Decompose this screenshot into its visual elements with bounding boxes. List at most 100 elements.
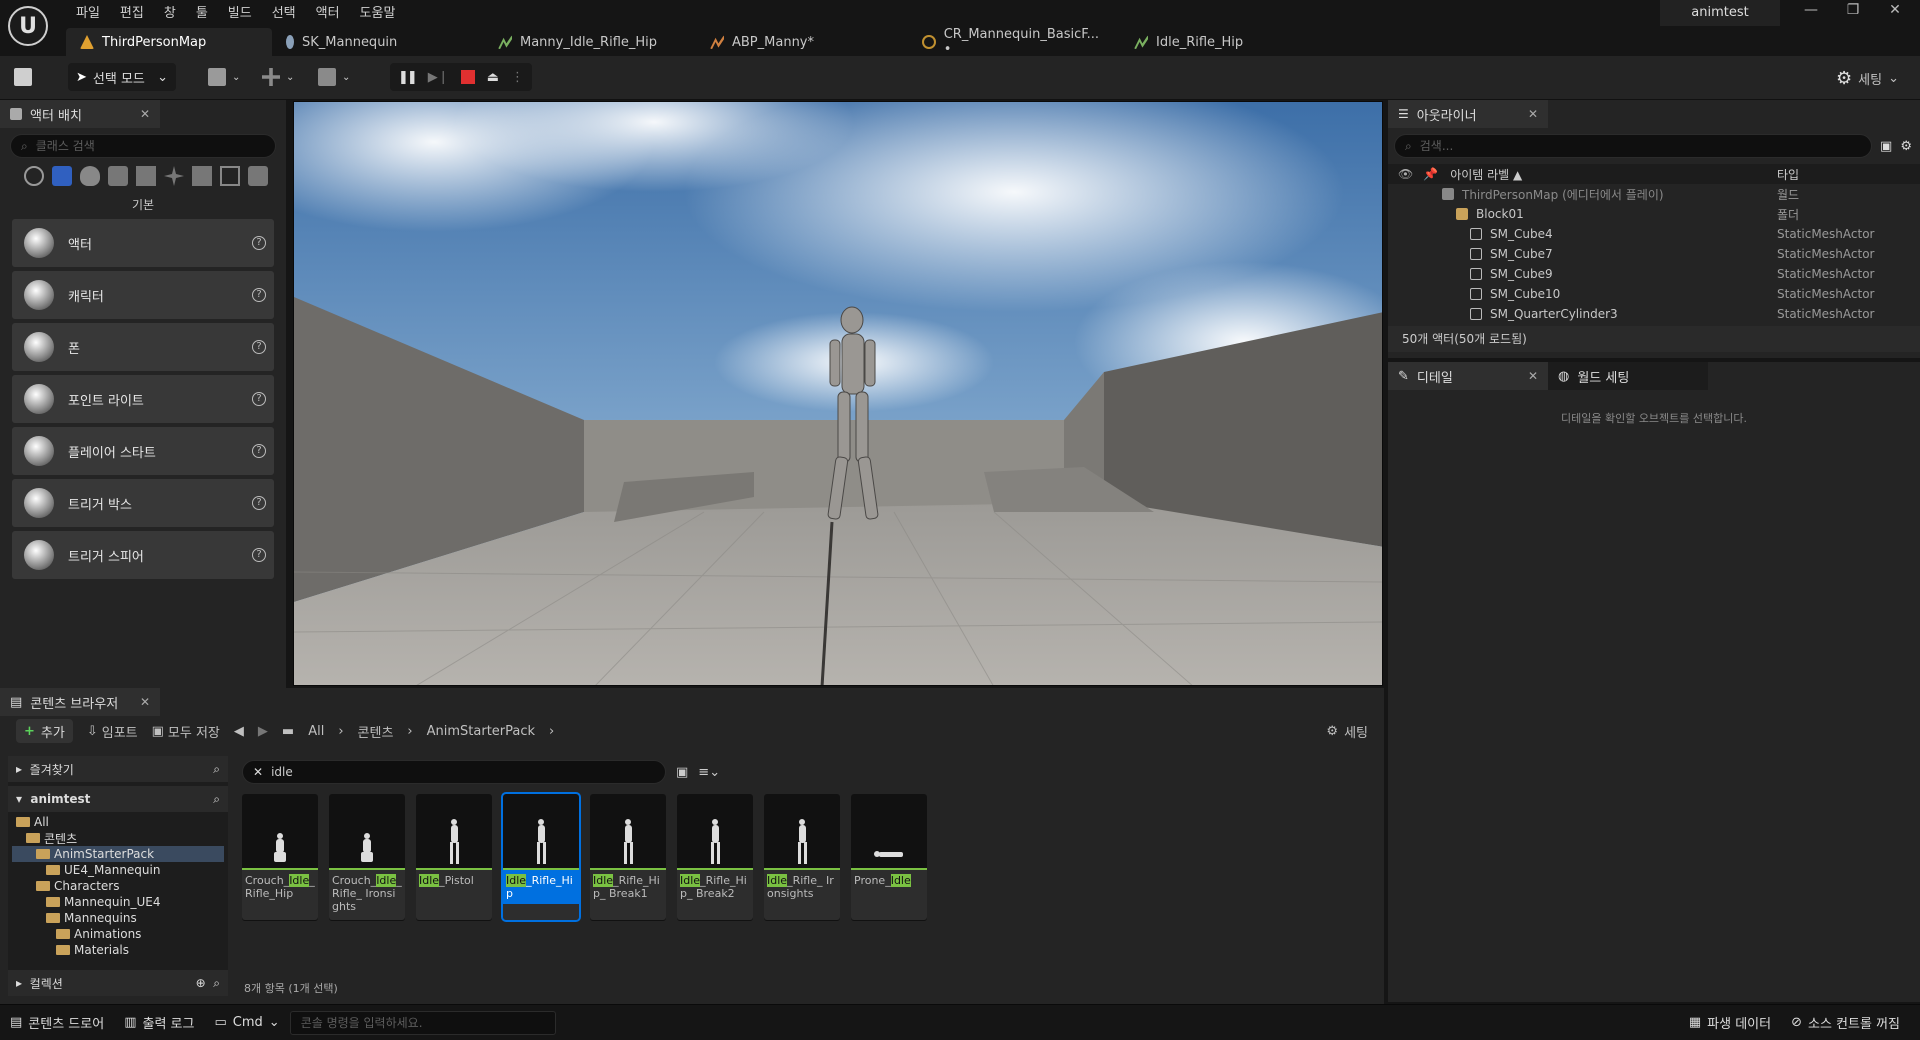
restore-icon[interactable]: ❐ bbox=[1832, 2, 1874, 18]
add-button[interactable]: + 추가 bbox=[16, 719, 73, 743]
step-icon[interactable]: ▶❘ bbox=[428, 70, 449, 85]
close-icon[interactable]: ✕ bbox=[140, 695, 150, 709]
content-settings-button[interactable]: ⚙ 세팅 bbox=[1326, 722, 1368, 741]
tab-manny-idle-rifle-hip[interactable]: Manny_Idle_Rifle_Hip bbox=[484, 28, 696, 56]
outliner-row[interactable]: SM_Cube10 StaticMeshActor bbox=[1388, 284, 1920, 304]
outliner-row[interactable]: SM_Cube7 StaticMeshActor bbox=[1388, 244, 1920, 264]
place-item-actor[interactable]: 액터? bbox=[12, 219, 274, 267]
clear-icon[interactable]: ✕ bbox=[253, 765, 263, 779]
search-icon[interactable]: ⌕ bbox=[213, 762, 220, 777]
tab-details[interactable]: ✎ 디테일 ✕ bbox=[1388, 362, 1548, 390]
geometry-icon[interactable] bbox=[192, 166, 212, 186]
close-icon[interactable]: ✕ bbox=[1528, 369, 1538, 383]
tab-abp-manny[interactable]: ABP_Manny* bbox=[696, 28, 908, 56]
tab-sk-mannequin[interactable]: SK_Mannequin bbox=[272, 28, 484, 56]
add-content-button[interactable]: ⌄ bbox=[208, 68, 240, 86]
pause-icon[interactable]: ❚❚ bbox=[398, 70, 418, 85]
menu-tools[interactable]: 툴 bbox=[186, 3, 218, 25]
eject-icon[interactable]: ⏏ bbox=[487, 70, 499, 85]
column-type[interactable]: 타입 bbox=[1777, 166, 1799, 183]
place-item-trigger-box[interactable]: 트리거 박스? bbox=[12, 479, 274, 527]
folder-tree-item[interactable]: Materials bbox=[12, 942, 224, 958]
asset-tile[interactable]: Idle_Rifle_Hip_ Break2 bbox=[677, 794, 753, 920]
outliner-row[interactable]: SM_Cube4 StaticMeshActor bbox=[1388, 224, 1920, 244]
menu-edit[interactable]: 편집 bbox=[110, 3, 154, 25]
asset-tile[interactable]: Idle_Rifle_Hip_ Break1 bbox=[590, 794, 666, 920]
cinematics-button[interactable]: ⌄ bbox=[318, 68, 350, 86]
console-field[interactable] bbox=[300, 1015, 545, 1030]
breadcrumb-all[interactable]: All bbox=[308, 724, 324, 739]
outliner-row[interactable]: SM_QuarterCylinder3 StaticMeshActor bbox=[1388, 304, 1920, 324]
unreal-logo-icon[interactable]: U bbox=[8, 6, 48, 46]
save-all-button[interactable]: ▣ 모두 저장 bbox=[152, 722, 220, 741]
outliner-search-input[interactable]: ⌕ bbox=[1394, 134, 1873, 158]
outliner-search-field[interactable] bbox=[1419, 139, 1862, 153]
menu-help[interactable]: 도움말 bbox=[350, 3, 406, 25]
basic-icon[interactable] bbox=[52, 166, 72, 186]
blueprint-button[interactable]: ⌄ bbox=[262, 68, 294, 86]
asset-tile[interactable]: Prone_Idle bbox=[851, 794, 927, 920]
place-item-point-light[interactable]: 포인트 라이트? bbox=[12, 375, 274, 423]
close-icon[interactable]: ✕ bbox=[1528, 107, 1538, 121]
filter-icon[interactable]: ≡⌄ bbox=[698, 765, 720, 780]
place-item-trigger-sphere[interactable]: 트리거 스피어? bbox=[12, 531, 274, 579]
save-search-icon[interactable]: ▣ bbox=[676, 765, 688, 780]
help-icon[interactable]: ? bbox=[252, 288, 266, 302]
folder-tree-item[interactable]: Mannequin_UE4 bbox=[12, 894, 224, 910]
menu-select[interactable]: 선택 bbox=[262, 3, 306, 25]
breadcrumb-content[interactable]: 콘텐츠 bbox=[358, 722, 394, 741]
pin-icon[interactable]: 📌 bbox=[1423, 167, 1438, 181]
shapes-icon[interactable] bbox=[108, 166, 128, 186]
output-log-button[interactable]: ▥ 출력 로그 bbox=[114, 1009, 204, 1037]
breadcrumb-animstarterpack[interactable]: AnimStarterPack bbox=[427, 724, 535, 739]
tab-thirdpersonmap[interactable]: ThirdPersonMap bbox=[66, 28, 272, 56]
add-collection-icon[interactable]: ⊕ bbox=[196, 976, 206, 990]
place-item-character[interactable]: 캐릭터? bbox=[12, 271, 274, 319]
menu-window[interactable]: 창 bbox=[154, 3, 186, 25]
import-button[interactable]: ⇩ 임포트 bbox=[87, 722, 138, 741]
recent-icon[interactable] bbox=[24, 166, 44, 186]
save-icon[interactable] bbox=[14, 68, 32, 86]
outliner-row[interactable]: ThirdPersonMap (에디터에서 플레이) 월드 bbox=[1388, 184, 1920, 204]
close-icon[interactable]: ✕ bbox=[140, 107, 150, 121]
favorites-header[interactable]: ▸ 즐겨찾기 ⌕ bbox=[8, 756, 228, 782]
select-mode-dropdown[interactable]: ➤ 선택 모드 ⌄ bbox=[68, 63, 176, 91]
class-search-field[interactable] bbox=[35, 139, 265, 153]
visual-effects-icon[interactable] bbox=[164, 166, 184, 186]
folder-tree-item[interactable]: Mannequins bbox=[12, 910, 224, 926]
asset-tile[interactable]: Crouch_Idle_ Rifle_ Ironsights bbox=[329, 794, 405, 920]
folder-tree-item[interactable]: UE4_Mannequin bbox=[12, 862, 224, 878]
tab-cr-mannequin[interactable]: CR_Mannequin_BasicF... • bbox=[908, 27, 1120, 57]
place-item-player-start[interactable]: 플레이어 스타트? bbox=[12, 427, 274, 475]
project-header[interactable]: ▾ animtest ⌕ bbox=[8, 786, 228, 812]
settings-button[interactable]: ⚙ 세팅 ⌄ bbox=[1836, 68, 1899, 89]
outliner-row[interactable]: Block01 폴더 bbox=[1388, 204, 1920, 224]
close-window-icon[interactable]: ✕ bbox=[1874, 2, 1916, 18]
folder-tree-item[interactable]: Animations bbox=[12, 926, 224, 942]
outliner-tab[interactable]: ☰ 아웃라이너 ✕ bbox=[1388, 100, 1548, 128]
help-icon[interactable]: ? bbox=[252, 496, 266, 510]
derived-data-button[interactable]: ▦ 파생 데이터 bbox=[1679, 1009, 1781, 1037]
lights-icon[interactable] bbox=[80, 166, 100, 186]
help-icon[interactable]: ? bbox=[252, 236, 266, 250]
level-viewport[interactable] bbox=[293, 101, 1383, 686]
folder-tree-item[interactable]: 콘텐츠 bbox=[12, 830, 224, 846]
cinematic-icon[interactable] bbox=[136, 166, 156, 186]
content-drawer-button[interactable]: ▤ 콘텐츠 드로어 bbox=[0, 1009, 114, 1037]
tab-world-settings[interactable]: ◍ 월드 세팅 bbox=[1548, 362, 1708, 390]
menu-file[interactable]: 파일 bbox=[66, 3, 110, 25]
forward-icon[interactable]: ▶ bbox=[258, 724, 268, 739]
console-input[interactable] bbox=[289, 1010, 556, 1035]
collections-header[interactable]: ▸ 컬렉션 ⊕ ⌕ bbox=[8, 970, 228, 996]
folder-tree-item[interactable]: All bbox=[12, 814, 224, 830]
back-icon[interactable]: ◀ bbox=[234, 724, 244, 739]
column-label[interactable]: 아이템 라벨 ▲ bbox=[1450, 166, 1522, 183]
asset-tile[interactable]: Idle_Pistol bbox=[416, 794, 492, 920]
all-classes-icon[interactable] bbox=[248, 166, 268, 186]
stop-icon[interactable] bbox=[460, 70, 475, 84]
add-folder-icon[interactable]: ▣ bbox=[1880, 139, 1892, 154]
asset-search-input[interactable]: ✕ bbox=[242, 760, 666, 784]
place-item-pawn[interactable]: 폰? bbox=[12, 323, 274, 371]
asset-tile[interactable]: Idle_Rifle_Hip bbox=[501, 792, 581, 922]
folder-tree-item[interactable]: Characters bbox=[12, 878, 224, 894]
